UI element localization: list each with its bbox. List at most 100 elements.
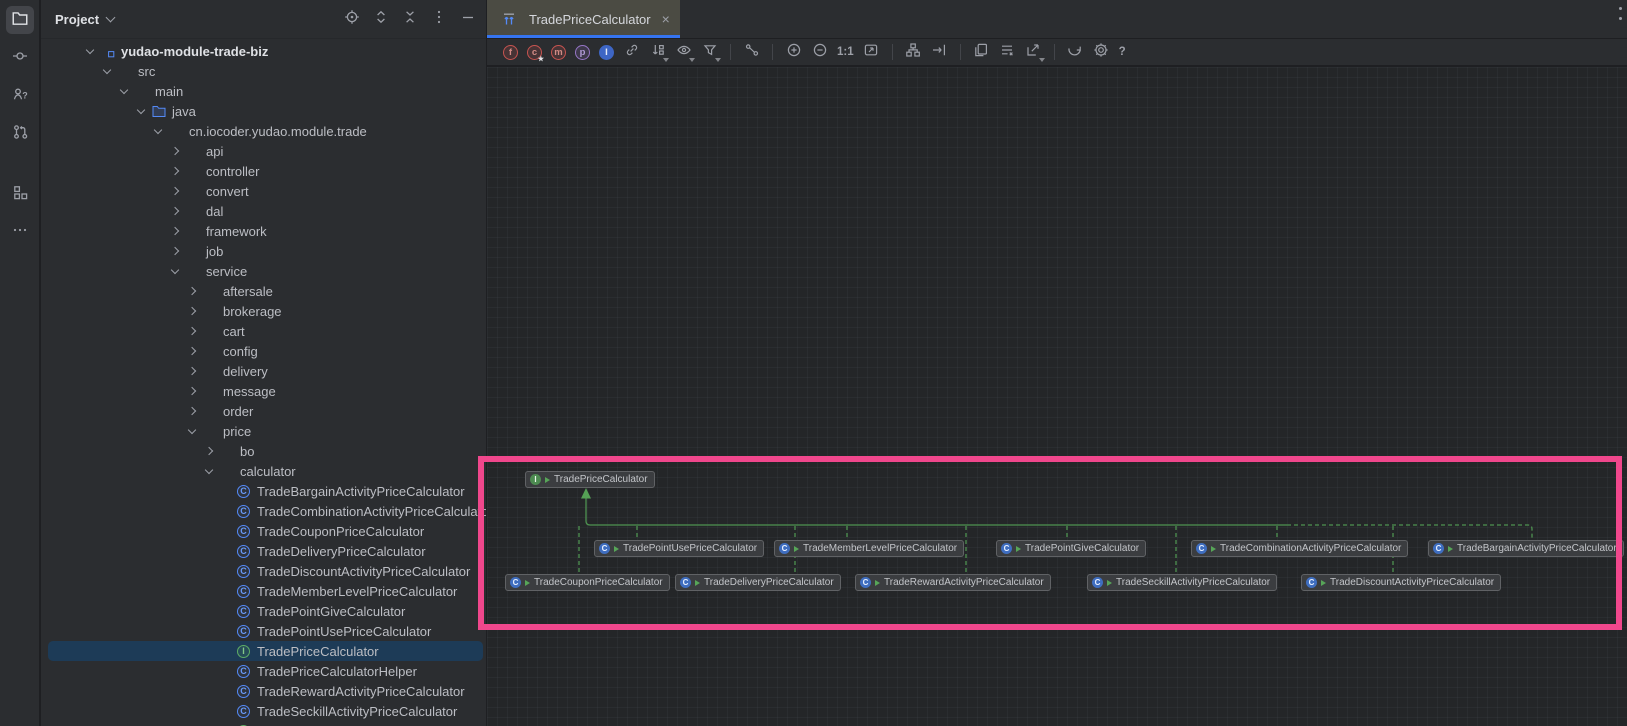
activity-commit-button[interactable] [6,44,34,72]
tree-item-order[interactable]: order [41,401,486,421]
tree-item-price[interactable]: price [41,421,486,441]
chevron-right-icon[interactable] [183,361,201,381]
chevron-right-icon[interactable] [183,341,201,361]
tree-item-tradepointgivecalculator[interactable]: CTradePointGiveCalculator [41,601,486,621]
tree-item-tradeseckillactivitypricecalculator[interactable]: CTradeSeckillActivityPriceCalculator [41,701,486,721]
tree-item-bo[interactable]: bo [41,441,486,461]
tree-item-api[interactable]: api [41,141,486,161]
chevron-down-icon[interactable] [98,61,116,81]
chevron-right-icon[interactable] [166,181,184,201]
toolbar-show-properties-button[interactable]: p [575,45,590,60]
toolbar-help-button[interactable]: ? [1119,46,1126,58]
toolbar-show-details-button[interactable] [999,44,1016,61]
tree-item-tradepricecalculator[interactable]: ITradePriceCalculator [41,641,486,661]
toolbar-show-dependencies-link-button[interactable] [623,44,640,61]
tree-item-yudao-module-trade-biz[interactable]: yudao-module-trade-biz [41,41,486,61]
tree-item-job[interactable]: job [41,241,486,261]
toolbar-sort-members-button[interactable] [649,44,666,61]
activity-code-with-me-button[interactable]: ? [6,82,34,110]
chevron-right-icon[interactable] [183,301,201,321]
tree-item-tradediscountactivitypricecalculator[interactable]: CTradeDiscountActivityPriceCalculator [41,561,486,581]
toolbar-settings-gear-button[interactable] [1093,44,1110,61]
close-tab-button[interactable]: × [662,11,670,27]
activity-more-button[interactable] [6,218,34,246]
locate-button[interactable] [344,11,360,27]
tree-item-framework[interactable]: framework [41,221,486,241]
collapse-all-button[interactable] [402,11,418,27]
diagram-node-tradecouponpricecalculator[interactable]: CTradeCouponPriceCalculator [505,574,670,591]
diagram-node-tradepricecalculator[interactable]: ITradePriceCalculator [525,471,655,488]
diagram-node-tradedeliverypricecalculator[interactable]: CTradeDeliveryPriceCalculator [675,574,841,591]
toolbar-fit-content-button[interactable] [863,44,880,61]
chevron-down-icon[interactable] [183,421,201,441]
chevron-down-icon[interactable] [106,13,116,23]
hide-button[interactable] [460,11,476,27]
tree-item-tradecouponpricecalculator[interactable]: CTradeCouponPriceCalculator [41,521,486,541]
chevron-down-icon[interactable] [149,121,167,141]
tree-item-dal[interactable]: dal [41,201,486,221]
tree-item-java[interactable]: java [41,101,486,121]
tree-item-cn-iocoder-yudao-module-trade[interactable]: cn.iocoder.yudao.module.trade [41,121,486,141]
tree-item-convert[interactable]: convert [41,181,486,201]
tree-item-service[interactable]: service [41,261,486,281]
activity-structure-button[interactable] [6,180,34,208]
tree-item-tradememberlevelpricecalculator[interactable]: CTradeMemberLevelPriceCalculator [41,581,486,601]
diagram-node-tradepointusepricecalculator[interactable]: CTradePointUsePriceCalculator [594,540,764,557]
toolbar-actual-size-button[interactable]: 1:1 [837,46,854,58]
tree-item-traderewardactivitypricecalculator[interactable]: CTradeRewardActivityPriceCalculator [41,681,486,701]
diagram-node-tradepointgivecalculator[interactable]: CTradePointGiveCalculator [996,540,1146,557]
tree-item-src[interactable]: src [41,61,486,81]
toolbar-apply-layout-button[interactable] [905,44,922,61]
chevron-right-icon[interactable] [166,141,184,161]
tree-item-calculator[interactable]: calculator [41,461,486,481]
chevron-right-icon[interactable] [183,401,201,421]
activity-pull-requests-button[interactable] [6,120,34,148]
expand-all-button[interactable] [373,11,389,27]
tree-item-main[interactable]: main [41,81,486,101]
chevron-right-icon[interactable] [166,161,184,181]
tree-item-tradedeliverypricecalculator[interactable]: CTradeDeliveryPriceCalculator [41,541,486,561]
toolbar-show-inner-classes-button[interactable]: I [599,45,614,60]
tree-item-tradepointusepricecalculator[interactable]: CTradePointUsePriceCalculator [41,621,486,641]
tree-item-tradebargainactivitypricecalculator[interactable]: CTradeBargainActivityPriceCalculator [41,481,486,501]
toolbar-zoom-in-button[interactable] [785,44,802,61]
toolbar-route-edges-button[interactable] [931,44,948,61]
toolbar-copy-diagram-button[interactable] [973,44,990,61]
diagram-node-tradebargainactivitypricecalculator[interactable]: CTradeBargainActivityPriceCalculator [1428,540,1624,557]
toolbar-show-fields-button[interactable]: f [503,45,518,60]
toolbar-filter-button[interactable] [701,44,718,61]
diagram-node-tradememberlevelpricecalculator[interactable]: CTradeMemberLevelPriceCalculator [774,540,964,557]
tree-item-message[interactable]: message [41,381,486,401]
chevron-right-icon[interactable] [166,241,184,261]
tree-item-aftersale[interactable]: aftersale [41,281,486,301]
diagram-node-tradeseckillactivitypricecalculator[interactable]: CTradeSeckillActivityPriceCalculator [1087,574,1277,591]
toolbar-show-methods-button[interactable]: m [551,45,566,60]
diagram-canvas[interactable]: ITradePriceCalculator CTradePointUsePrice… [487,67,1627,726]
toolbar-export-diagram-button[interactable] [1025,44,1042,61]
diagram-node-tradediscountactivitypricecalculator[interactable]: CTradeDiscountActivityPriceCalculator [1301,574,1501,591]
chevron-down-icon[interactable] [115,81,133,101]
diagram-node-tradecombinationactivitypricecalculator[interactable]: CTradeCombinationActivityPriceCalculator [1191,540,1408,557]
toolbar-visibility-level-eye-button[interactable] [675,44,692,61]
chevron-down-icon[interactable] [166,261,184,281]
tree-item-tradecombinationactivitypricecalculator[interactable]: CTradeCombinationActivityPriceCalculator [41,501,486,521]
chevron-right-icon[interactable] [183,381,201,401]
tree-item-config[interactable]: config [41,341,486,361]
tree-item-brokerage[interactable]: brokerage [41,301,486,321]
tab-tradepricecalculator[interactable]: TradePriceCalculator × [487,0,680,38]
diagram-node-traderewardactivitypricecalculator[interactable]: CTradeRewardActivityPriceCalculator [855,574,1051,591]
chevron-right-icon[interactable] [200,441,218,461]
activity-project-button[interactable] [6,6,34,34]
toolbar-zoom-out-button[interactable] [811,44,828,61]
toolbar-refresh-button[interactable] [1067,44,1084,61]
tree-item-cart[interactable]: cart [41,321,486,341]
options-button[interactable] [431,11,447,27]
toolbar-show-constructors-button[interactable]: c★ [527,45,542,60]
chevron-down-icon[interactable] [81,41,99,61]
chevron-down-icon[interactable] [132,101,150,121]
toolbar-edge-mode-button[interactable] [743,44,760,61]
tree-item-tradepricecalculatorhelper[interactable]: CTradePriceCalculatorHelper [41,661,486,681]
chevron-right-icon[interactable] [183,281,201,301]
chevron-right-icon[interactable] [183,321,201,341]
chevron-down-icon[interactable] [200,461,218,481]
